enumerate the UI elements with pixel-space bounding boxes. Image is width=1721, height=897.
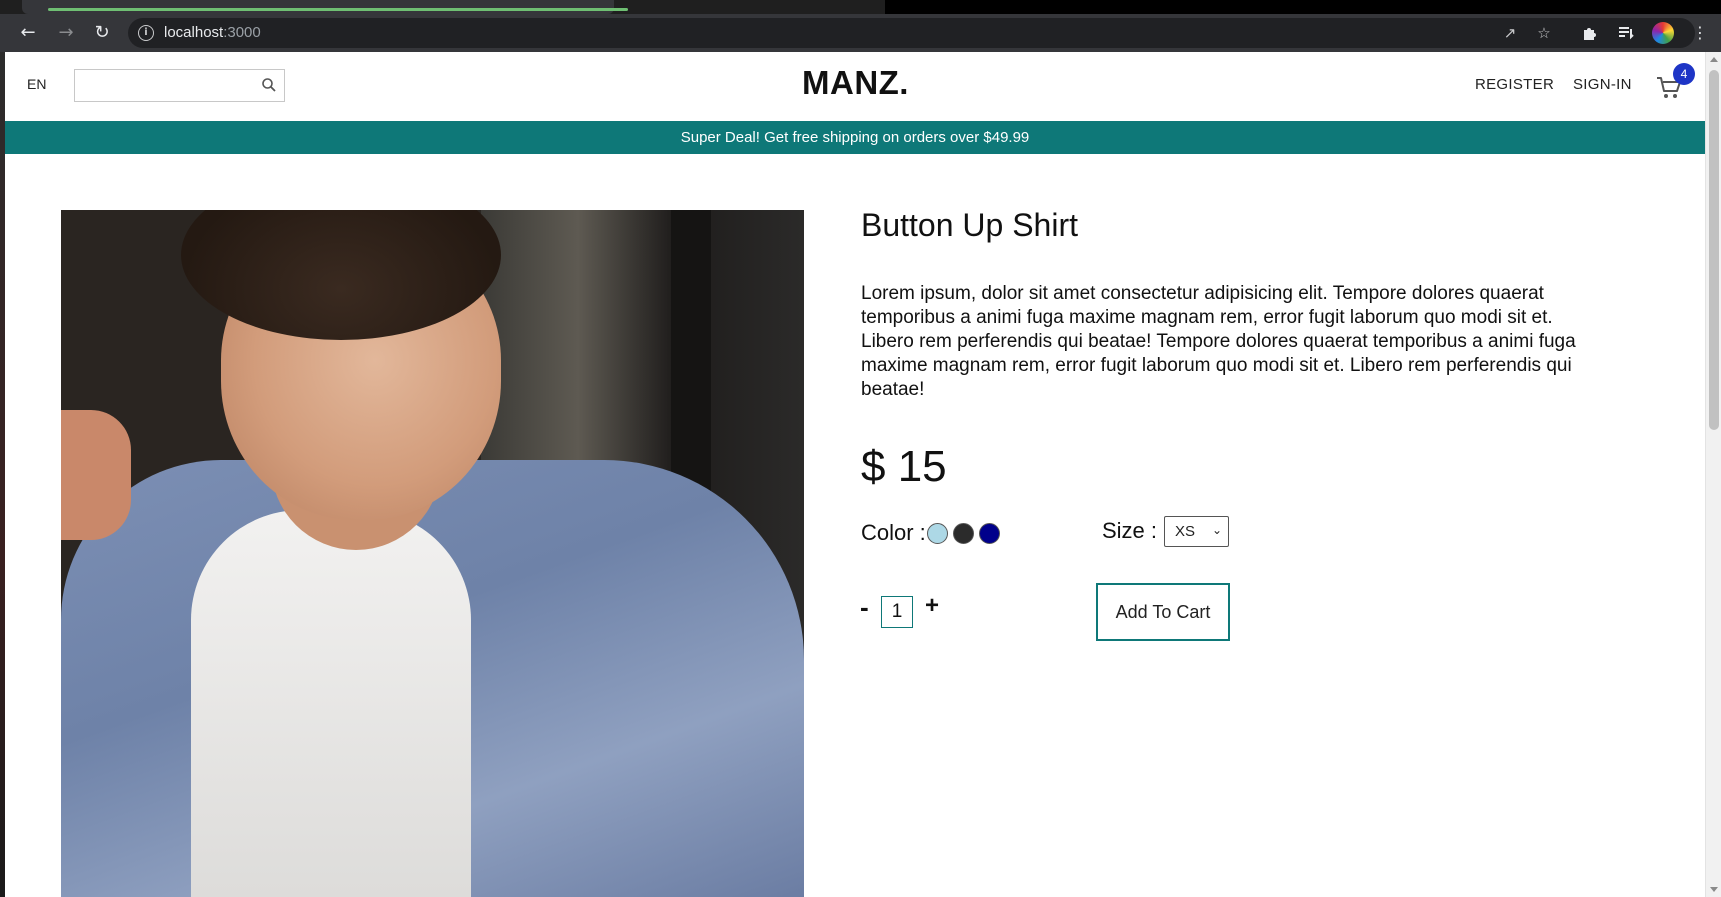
url-host: localhost [164, 24, 224, 41]
size-label: Size : [1102, 518, 1158, 543]
browser-toolbar: ← → ↻ i localhost:3000 ↗ ☆ ⋮ [0, 14, 1721, 52]
language-selector[interactable]: EN [27, 76, 46, 92]
profile-avatar[interactable] [1652, 22, 1674, 44]
scroll-down-arrow-icon[interactable] [1710, 887, 1718, 892]
page-scrollbar[interactable] [1705, 52, 1721, 897]
search-input[interactable] [75, 70, 255, 101]
inactive-tab[interactable] [885, 0, 1721, 14]
browser-tab-strip [0, 0, 1721, 14]
scrollbar-thumb[interactable] [1709, 70, 1719, 430]
search-field[interactable] [74, 69, 285, 102]
forward-arrow-icon[interactable]: → [54, 21, 78, 45]
extensions-icon[interactable] [1578, 21, 1602, 45]
active-tab[interactable] [22, 0, 628, 14]
back-arrow-icon[interactable]: ← [16, 21, 40, 45]
announcement-bar: Super Deal! Get free shipping on orders … [5, 121, 1705, 154]
quantity-value: 1 [881, 596, 913, 628]
size-selected-value: XS [1175, 523, 1196, 540]
chevron-down-icon: ⌄ [1212, 523, 1223, 537]
product-description: Lorem ipsum, dolor sit amet consectetur … [861, 283, 1576, 400]
tab-loading-progress [48, 8, 628, 11]
reading-list-icon[interactable] [1614, 21, 1638, 45]
reload-icon[interactable]: ↻ [90, 21, 114, 45]
quantity-increase-button[interactable]: + [925, 592, 939, 620]
color-label: Color : [861, 520, 926, 545]
product-title: Button Up Shirt [861, 207, 1078, 243]
address-bar[interactable]: i localhost:3000 ↗ ☆ [128, 18, 1695, 48]
add-to-cart-button[interactable]: Add To Cart [1096, 583, 1230, 641]
share-icon[interactable]: ↗ [1500, 23, 1520, 43]
url-text[interactable]: localhost:3000 [164, 24, 261, 41]
scroll-up-arrow-icon[interactable] [1710, 57, 1718, 62]
more-menu-icon[interactable]: ⋮ [1688, 21, 1712, 45]
cart-count-badge: 4 [1673, 63, 1695, 85]
color-swatch-black[interactable] [953, 523, 974, 544]
search-icon[interactable] [261, 77, 277, 93]
product-price: $ 15 [861, 442, 947, 491]
site-logo[interactable]: MANZ. [802, 64, 909, 102]
size-select[interactable]: XS ⌄ [1164, 516, 1229, 547]
page-viewport: EN MANZ. REGISTER SIGN-IN 4 Super Deal! … [5, 52, 1705, 897]
product-image [61, 210, 804, 897]
color-swatch-navy[interactable] [979, 523, 1000, 544]
color-swatch-light-blue[interactable] [927, 523, 948, 544]
register-link[interactable]: REGISTER [1475, 76, 1554, 93]
url-port: :3000 [223, 24, 261, 41]
quantity-decrease-button[interactable]: - [860, 592, 869, 623]
signin-link[interactable]: SIGN-IN [1573, 76, 1632, 93]
star-icon[interactable]: ☆ [1534, 23, 1554, 43]
info-icon[interactable]: i [138, 25, 154, 41]
